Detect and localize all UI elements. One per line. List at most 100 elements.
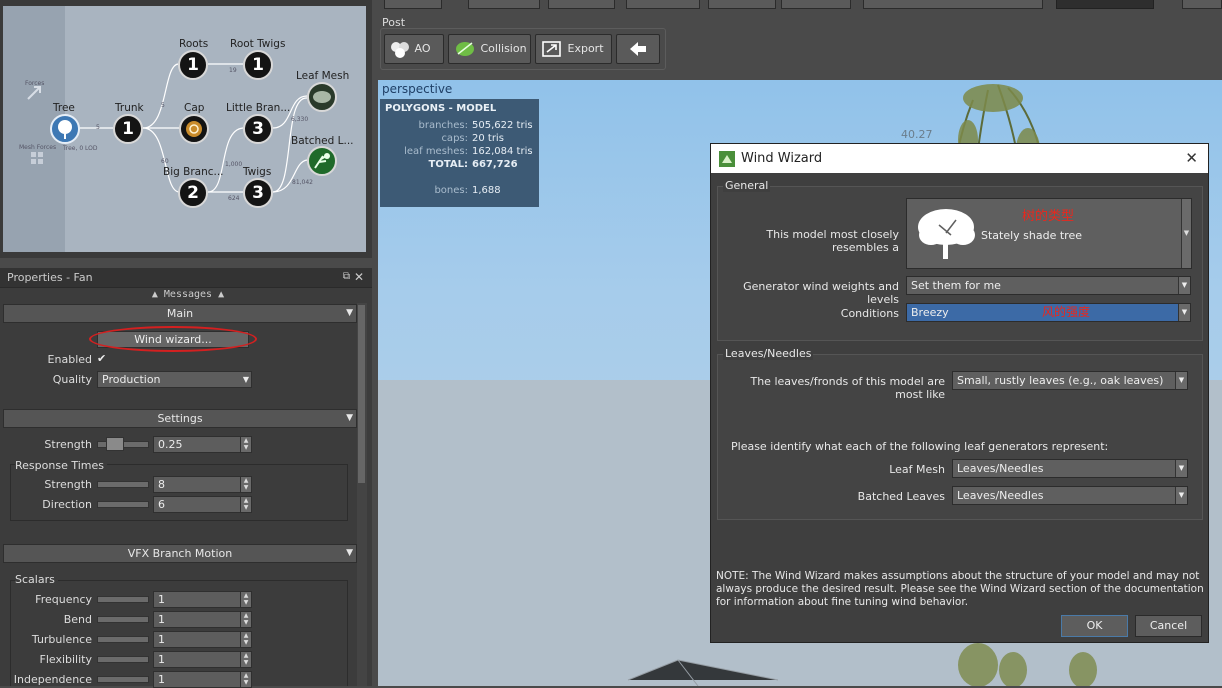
leaf-mesh-node[interactable] [307, 82, 337, 112]
stats-label: TOTAL: [428, 159, 468, 170]
close-icon[interactable]: ✕ [1185, 144, 1198, 173]
leaf-mesh-icon [313, 91, 331, 103]
toolbar-button[interactable] [468, 0, 540, 9]
big-branches-node[interactable]: 2 [178, 178, 208, 208]
main-section-header[interactable]: Main ▼ [3, 304, 357, 323]
batched-leaves-node[interactable] [307, 146, 337, 176]
polygon-stats-panel: POLYGONS - MODEL branches: 505,622 tris ca… [380, 99, 539, 207]
strength-slider-handle[interactable] [106, 437, 124, 451]
little-branches-node[interactable]: 3 [243, 114, 273, 144]
chevron-down-icon: ▼ [346, 413, 353, 423]
root-twigs-node[interactable]: 1 [243, 50, 273, 80]
conditions-select[interactable]: Breezy 风的强度 ▼ [906, 303, 1191, 322]
toolbar-button[interactable] [626, 0, 700, 9]
enabled-checkbox[interactable]: ✔ [97, 353, 109, 365]
messages-bar[interactable]: ▲ Messages ▲ [138, 289, 238, 302]
chevron-down-icon: ▼ [346, 308, 353, 318]
rt-direction-label: Direction [42, 498, 92, 511]
bones-value: 1,688 [472, 185, 501, 196]
rt-strength-field[interactable]: 8 [153, 476, 241, 493]
vfx-section-header[interactable]: VFX Branch Motion ▼ [3, 544, 357, 563]
mesh-forces-icon[interactable] [29, 150, 45, 166]
scalar-slider[interactable] [97, 616, 149, 623]
generator-graph-canvas[interactable]: Forces Mesh Forces Tree Tree, 0 LOD Trun… [3, 6, 366, 252]
scalar-spinner[interactable]: ▲ ▼ [240, 631, 252, 648]
trunk-node[interactable]: 1 [113, 114, 143, 144]
scalar-field[interactable]: 1 [153, 631, 241, 648]
dialog-title-bar[interactable]: Wind Wizard ✕ [711, 144, 1208, 173]
roots-node[interactable]: 1 [178, 50, 208, 80]
export-button[interactable]: Export [535, 34, 612, 64]
back-button[interactable] [616, 34, 660, 64]
edge-big-little [207, 127, 244, 193]
toolbar-button[interactable] [548, 0, 615, 9]
batched-leaves-icon [314, 153, 330, 169]
rt-strength-spinner[interactable]: ▲ ▼ [240, 476, 252, 493]
leaf-mesh-dialog-label: Leaf Mesh [889, 463, 945, 476]
scalar-field[interactable]: 1 [153, 611, 241, 628]
leaves-group-label: Leaves/Needles [723, 347, 814, 360]
scalar-spinner[interactable]: ▲ ▼ [240, 591, 252, 608]
scalar-spinner[interactable]: ▲ ▼ [240, 671, 252, 688]
settings-section-label: Settings [157, 412, 203, 425]
leaves-like-value: Small, rustly leaves (e.g., oak leaves) [957, 374, 1164, 387]
toolbar-button[interactable] [384, 0, 442, 9]
collision-button[interactable]: Collision [448, 34, 531, 64]
scrollbar-thumb[interactable] [358, 305, 365, 483]
leaf-mesh-select[interactable]: Leaves/Needles ▼ [952, 459, 1188, 478]
toolbar-button-group[interactable] [863, 0, 1043, 9]
stats-rows: branches: 505,622 tris caps: 20 tris leaf me… [385, 120, 534, 172]
response-times-label: Response Times [15, 459, 107, 472]
ao-button[interactable]: AO [384, 34, 444, 64]
stats-value: 505,622 tris [472, 120, 533, 131]
cap-node[interactable] [179, 114, 209, 144]
twigs-node[interactable]: 3 [243, 178, 273, 208]
collision-label: Collision [480, 42, 527, 55]
strength-spinner[interactable]: ▲ ▼ [240, 436, 252, 453]
scalar-slider[interactable] [97, 656, 149, 663]
arrow-left-icon [630, 42, 646, 56]
tree-node[interactable] [50, 114, 80, 144]
properties-scrollbar[interactable] [357, 303, 367, 686]
scalar-slider[interactable] [97, 636, 149, 643]
scalar-label: Frequency [35, 593, 92, 606]
stats-label: leaf meshes: [404, 146, 468, 157]
rt-strength-slider[interactable] [97, 481, 149, 488]
float-icon[interactable]: ⧉ [343, 271, 350, 282]
scalar-field[interactable]: 1 [153, 671, 241, 688]
ok-button[interactable]: OK [1061, 615, 1128, 637]
scalar-spinner[interactable]: ▲ ▼ [240, 651, 252, 668]
chevron-down-icon: ▼ [242, 375, 249, 384]
mesh-forces-label: Mesh Forces [19, 144, 57, 151]
strength-field[interactable]: 0.25 [153, 436, 241, 453]
leaves-like-select[interactable]: Small, rustly leaves (e.g., oak leaves) … [952, 371, 1188, 390]
scalar-spinner[interactable]: ▲ ▼ [240, 611, 252, 628]
scalar-label: Bend [63, 613, 92, 626]
cancel-button[interactable]: Cancel [1135, 615, 1202, 637]
wind-weights-select[interactable]: Set them for me ▼ [906, 276, 1191, 295]
tree-type-select[interactable]: Stately shade tree 树的类型 ▼ [906, 198, 1192, 269]
batched-leaves-dialog-label: Batched Leaves [857, 490, 945, 503]
settings-section-header[interactable]: Settings ▼ [3, 409, 357, 428]
rt-direction-spinner[interactable]: ▲ ▼ [240, 496, 252, 513]
edge-label: 6,330 [291, 116, 309, 123]
toolbar-button[interactable] [708, 0, 776, 9]
forces-label: Forces [25, 80, 45, 87]
scalar-slider[interactable] [97, 596, 149, 603]
wind-wizard-dialog: Wind Wizard ✕ General This model most cl… [710, 143, 1209, 643]
scalar-field[interactable]: 1 [153, 651, 241, 668]
toolbar-button[interactable] [1182, 0, 1222, 9]
stats-value: 667,726 [472, 159, 518, 170]
close-icon[interactable]: ✕ [354, 270, 364, 284]
rt-direction-slider[interactable] [97, 501, 149, 508]
batched-leaves-select[interactable]: Leaves/Needles ▼ [952, 486, 1188, 505]
toolbar-button[interactable] [781, 0, 851, 9]
stats-title: POLYGONS - MODEL [385, 103, 497, 114]
chevron-down-icon: ▼ [1178, 304, 1190, 321]
toolbar-field[interactable] [1056, 0, 1154, 9]
scalar-field[interactable]: 1 [153, 591, 241, 608]
scalar-slider[interactable] [97, 676, 149, 683]
quality-select[interactable]: Production ▼ [97, 371, 252, 388]
tree-icon [58, 120, 72, 139]
rt-direction-field[interactable]: 6 [153, 496, 241, 513]
